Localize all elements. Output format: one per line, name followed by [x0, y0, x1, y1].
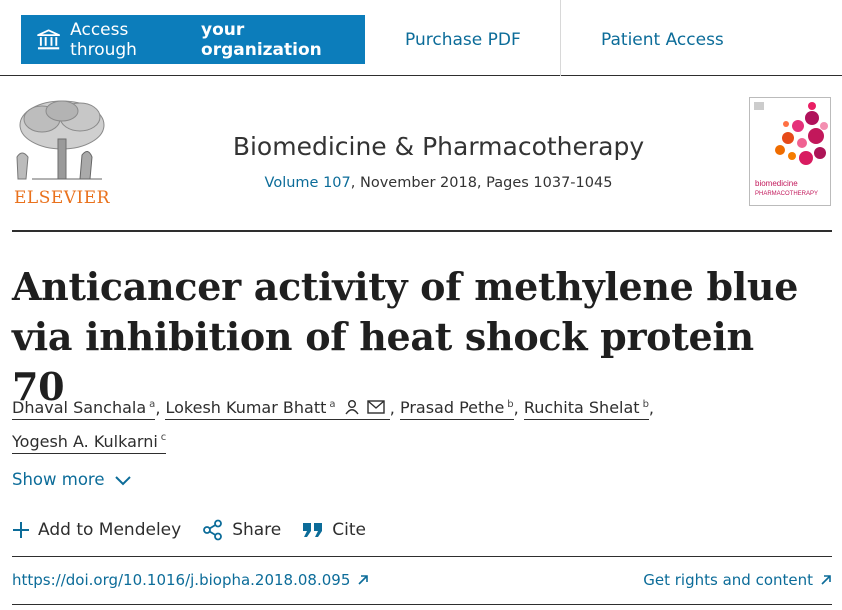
cover-title-2: PHARMACOTHERAPY	[755, 191, 818, 197]
share-button[interactable]: Share	[202, 519, 281, 541]
journal-cover[interactable]: biomedicine PHARMACOTHERAPY	[749, 97, 831, 206]
author-list: Dhaval Sanchala a, Lokesh Kumar Bhatt a , …	[12, 390, 822, 457]
share-icon	[203, 519, 223, 541]
show-more-label: Show more	[12, 470, 105, 489]
plus-icon	[13, 522, 29, 538]
author-name: Dhaval Sanchala	[12, 398, 147, 418]
journal-meta: Volume 107, November 2018, Pages 1037-10…	[150, 175, 727, 191]
rights-text: Get rights and content	[643, 571, 813, 589]
separator: ,	[389, 398, 400, 418]
separator: ,	[648, 398, 655, 418]
external-link-icon	[358, 575, 369, 585]
get-rights-link[interactable]: Get rights and content	[643, 571, 832, 589]
separator: ,	[155, 398, 166, 418]
actions-divider	[12, 556, 832, 557]
access-bar: Access through your organization Purchase…	[0, 0, 842, 76]
add-to-mendeley-button[interactable]: Add to Mendeley	[12, 520, 181, 540]
elsevier-wordmark: ELSEVIER	[14, 188, 110, 208]
issue-info: , November 2018, Pages 1037-1045	[350, 175, 613, 191]
doi-link[interactable]: https://doi.org/10.1016/j.biopha.2018.08…	[12, 571, 369, 589]
cite-label: Cite	[332, 520, 366, 540]
cover-title-1: biomedicine	[755, 179, 798, 188]
elsevier-tree-icon	[16, 100, 105, 180]
access-through-organization-button[interactable]: Access through your organization	[21, 15, 365, 64]
header-divider	[12, 230, 832, 232]
author-link[interactable]: Lokesh Kumar Bhatt a	[165, 398, 390, 421]
article-actions: Add to Mendeley Share Cite	[12, 519, 387, 541]
author-link[interactable]: Prasad Pethe b	[399, 398, 514, 421]
patient-access-link[interactable]: Patient Access	[601, 15, 724, 64]
institution-icon	[37, 28, 61, 49]
separator: ,	[513, 398, 524, 418]
chevron-down-icon	[114, 475, 131, 485]
access-prefix-label: Access through	[70, 19, 137, 60]
person-icon	[345, 400, 359, 415]
mendeley-label: Add to Mendeley	[38, 520, 182, 540]
envelope-icon	[367, 400, 385, 415]
divider	[560, 0, 561, 76]
author-name: Yogesh A. Kulkarni	[12, 431, 158, 451]
access-bold-label: your organization	[201, 19, 322, 60]
volume-link[interactable]: Volume 107	[265, 175, 351, 191]
author-name: Ruchita Shelat	[523, 398, 640, 418]
cover-art: biomedicine PHARMACOTHERAPY	[750, 98, 830, 205]
affiliation-marker: c	[160, 432, 167, 444]
quote-icon	[303, 523, 323, 537]
show-more-button[interactable]: Show more	[12, 470, 132, 489]
external-link-icon	[821, 575, 831, 585]
elsevier-logo[interactable]: ELSEVIER	[12, 97, 112, 208]
author-link[interactable]: Ruchita Shelat b	[523, 398, 649, 421]
share-label: Share	[232, 520, 282, 540]
affiliation-marker: a	[329, 399, 336, 410]
bottom-divider	[12, 604, 832, 605]
journal-title[interactable]: Biomedicine & Pharmacotherapy	[150, 132, 727, 161]
author-name: Prasad Pethe	[399, 398, 505, 418]
purchase-pdf-link[interactable]: Purchase PDF	[405, 15, 521, 64]
cite-button[interactable]: Cite	[302, 520, 366, 540]
author-name: Lokesh Kumar Bhatt	[165, 398, 327, 418]
author-link[interactable]: Yogesh A. Kulkarni c	[12, 431, 167, 454]
doi-text: https://doi.org/10.1016/j.biopha.2018.08…	[12, 571, 351, 589]
author-link[interactable]: Dhaval Sanchala a	[12, 398, 156, 421]
